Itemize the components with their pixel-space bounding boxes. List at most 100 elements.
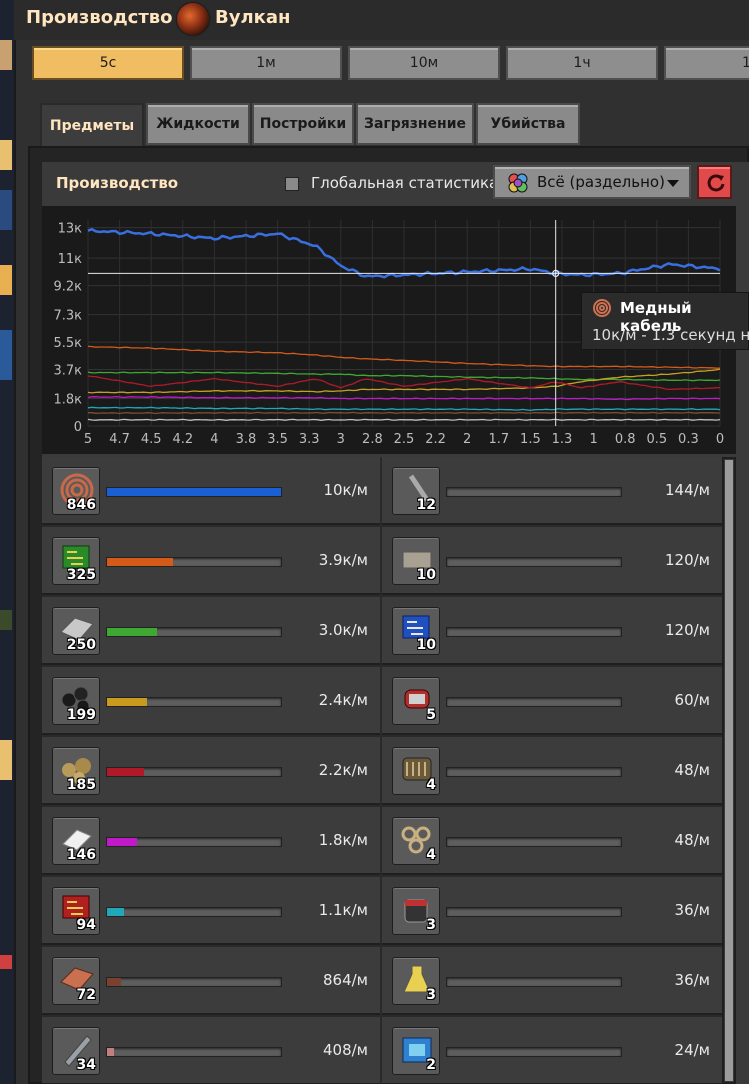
time-button-1m[interactable]: 1м (190, 46, 342, 80)
rate-bar (446, 487, 622, 497)
item-row[interactable]: 325 3.9к/м (42, 527, 380, 595)
item-row[interactable]: 199 2.4к/м (42, 667, 380, 735)
scrollbar-thumb[interactable] (724, 459, 734, 1082)
item-rate: 120/м (665, 621, 710, 639)
item-rate: 48/м (674, 761, 710, 779)
global-stats-label: Глобальная статистика (311, 174, 499, 192)
item-count: 185 (66, 777, 96, 793)
y-tick-label: 9.2к (53, 280, 82, 295)
y-tick-label: 7.3к (53, 309, 82, 324)
item-count: 5 (426, 707, 436, 723)
x-tick-label: 4.7 (109, 432, 130, 447)
rate-bar (106, 1047, 282, 1057)
item-slot[interactable]: 2 (392, 1027, 440, 1075)
tab-buildings[interactable]: Постройки (252, 103, 354, 145)
item-slot[interactable]: 146 (52, 817, 100, 865)
item-count: 846 (66, 497, 96, 513)
item-slot[interactable]: 72 (52, 957, 100, 1005)
reset-button[interactable] (697, 165, 732, 199)
rate-bar (446, 907, 622, 917)
global-stats-checkbox[interactable] (285, 177, 299, 191)
rate-bar-fill (107, 698, 147, 706)
time-range-bar: 5с 1м 10м 1ч 10ч (14, 46, 749, 80)
item-slot[interactable]: 250 (52, 607, 100, 655)
rate-bar (106, 977, 282, 987)
rate-bar-fill (107, 978, 121, 986)
item-slot[interactable]: 199 (52, 677, 100, 725)
tab-items[interactable]: Предметы (40, 103, 144, 149)
tab-pollution[interactable]: Загрязнение (356, 103, 474, 145)
tab-kills[interactable]: Убийства (476, 103, 580, 145)
rate-bar (106, 557, 282, 567)
rate-bar (106, 907, 282, 917)
item-row[interactable]: 250 3.0к/м (42, 597, 380, 665)
x-tick-label: 2 (463, 432, 471, 447)
chevron-down-icon (667, 180, 679, 187)
item-slot[interactable]: 34 (52, 1027, 100, 1075)
item-row[interactable]: 2 24/м (382, 1017, 722, 1084)
item-row[interactable]: 34 408/м (42, 1017, 380, 1084)
rate-bar (446, 627, 622, 637)
item-count: 10 (416, 567, 436, 583)
item-slot[interactable]: 325 (52, 537, 100, 585)
time-button-5s[interactable]: 5с (32, 46, 184, 80)
item-slot[interactable]: 4 (392, 747, 440, 795)
item-rate: 36/м (674, 971, 710, 989)
item-slot[interactable]: 10 (392, 537, 440, 585)
list-scrollbar[interactable] (722, 457, 736, 1084)
item-slot[interactable]: 94 (52, 887, 100, 935)
item-row[interactable]: 4 48/м (382, 737, 722, 805)
item-slot[interactable]: 3 (392, 887, 440, 935)
item-slot[interactable]: 846 (52, 467, 100, 515)
item-row[interactable]: 3 36/м (382, 877, 722, 945)
item-count: 4 (426, 777, 436, 793)
rate-bar-fill (107, 1048, 114, 1056)
rate-bar (106, 837, 282, 847)
item-row[interactable]: 10 120/м (382, 597, 722, 665)
x-tick-label: 0.8 (615, 432, 636, 447)
item-row[interactable]: 146 1.8к/м (42, 807, 380, 875)
item-row[interactable]: 846 10к/м (42, 457, 380, 525)
item-slot[interactable]: 185 (52, 747, 100, 795)
rate-bar-fill (107, 908, 124, 916)
surface-filter-label: Всё (раздельно) (537, 173, 665, 191)
rate-bar (106, 627, 282, 637)
item-rate: 2.4к/м (318, 691, 368, 709)
tab-fluids[interactable]: Жидкости (146, 103, 250, 145)
rate-bar (106, 487, 282, 497)
item-count: 94 (76, 917, 96, 933)
item-slot[interactable]: 12 (392, 467, 440, 515)
item-slot[interactable]: 10 (392, 607, 440, 655)
item-slot[interactable]: 5 (392, 677, 440, 725)
item-row[interactable]: 3 36/м (382, 947, 722, 1015)
x-tick-label: 4.2 (172, 432, 193, 447)
rate-bar-fill (107, 628, 157, 636)
item-slot[interactable]: 4 (392, 817, 440, 865)
time-button-1h[interactable]: 1ч (506, 46, 658, 80)
item-count: 250 (66, 637, 96, 653)
x-tick-label: 0 (716, 432, 724, 447)
time-button-10m[interactable]: 10м (348, 46, 500, 80)
item-row[interactable]: 185 2.2к/м (42, 737, 380, 805)
all-planets-icon (508, 173, 528, 193)
time-button-10h[interactable]: 10ч (664, 46, 749, 80)
item-rate: 10к/м (323, 481, 368, 499)
item-row[interactable]: 4 48/м (382, 807, 722, 875)
item-row[interactable]: 94 1.1к/м (42, 877, 380, 945)
item-slot[interactable]: 3 (392, 957, 440, 1005)
item-rate: 864/м (323, 971, 368, 989)
surface-filter-dropdown[interactable]: Всё (раздельно) (493, 165, 691, 199)
item-row[interactable]: 5 60/м (382, 667, 722, 735)
chart-tooltip: Медный кабель 10к/м - 1.3 секунд на (581, 292, 749, 350)
production-title: Производство (56, 174, 179, 192)
rate-bar (106, 697, 282, 707)
item-row[interactable]: 72 864/м (42, 947, 380, 1015)
planet-icon (177, 3, 209, 35)
rate-bar-fill (107, 488, 281, 496)
item-row[interactable]: 10 120/м (382, 527, 722, 595)
item-row[interactable]: 12 144/м (382, 457, 722, 525)
item-count: 4 (426, 847, 436, 863)
planet-name: Вулкан (215, 7, 291, 28)
x-tick-label: 3.5 (267, 432, 288, 447)
item-count: 72 (76, 987, 96, 1003)
